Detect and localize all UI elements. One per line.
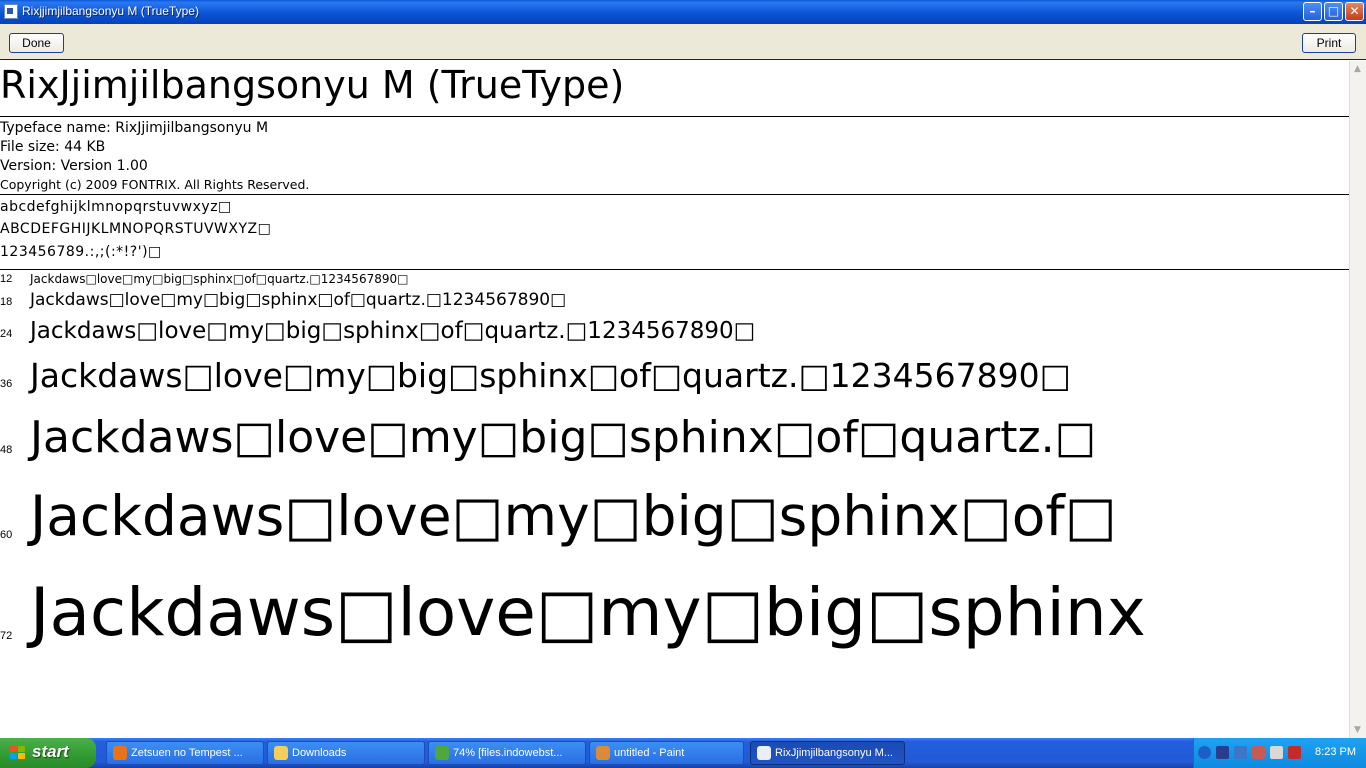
show-hidden-icons-icon[interactable] [1198,746,1211,759]
divider [0,194,1349,195]
sample-size-label: 36 [0,378,13,390]
sample-text: Jackdaws□love□my□big□sphinx□of□quartz.□1… [30,290,567,310]
charset-lowercase: abcdefghijklmnopqrstuvwxyz□ [0,199,232,215]
version: Version: Version 1.00 [0,158,148,174]
sample-text: Jackdaws□love□my□big□sphinx□of□quartz.□1… [30,272,409,286]
close-button[interactable]: ✕ [1345,2,1364,21]
font-heading: RixJjimjilbangsonyu M (TrueType) [0,63,625,107]
taskbar-item-download-manager[interactable]: 74% [files.indowebst... [428,741,586,765]
folder-icon [274,746,288,760]
taskbar-item-label: untitled - Paint [614,747,685,759]
sample-size-label: 24 [0,328,13,340]
divider [0,269,1349,270]
scroll-down-arrow-icon[interactable]: ▼ [1354,725,1361,735]
divider [0,116,1349,117]
vertical-scrollbar[interactable]: ▲ ▼ [1349,61,1366,738]
sample-text: Jackdaws□love□my□big□sphinx□of□quartz.□1… [30,356,1071,395]
battery-icon[interactable] [1216,746,1229,759]
taskbar-item-downloads[interactable]: Downloads [267,741,425,765]
taskbar: start Zetsuen no Tempest ... Downloads 7… [0,738,1366,768]
print-button[interactable]: Print [1302,33,1356,53]
taskbar-item-paint[interactable]: untitled - Paint [589,741,744,765]
font-viewer-icon [757,746,771,760]
paint-icon [596,746,610,760]
monitor-icon[interactable] [1270,746,1283,759]
copyright: Copyright (c) 2009 FONTRIX. All Rights R… [0,177,310,192]
sample-text: Jackdaws□love□my□big□sphinx□of□quartz.□ [30,412,1097,463]
sample-text: Jackdaws□love□my□big□sphinx□of□quartz.□1… [30,318,756,344]
scroll-up-arrow-icon[interactable]: ▲ [1354,64,1361,74]
charset-uppercase: ABCDEFGHIJKLMNOPQRSTUVWXYZ□ [0,221,272,237]
sample-size-label: 48 [0,444,13,456]
sample-size-label: 72 [0,630,13,642]
toolbar: Done Print [0,24,1366,60]
sample-size-label: 12 [0,273,13,285]
font-file-icon [4,4,18,19]
minimize-button[interactable]: – [1303,2,1322,21]
sample-size-label: 60 [0,529,13,541]
taskbar-item-font-viewer[interactable]: RixJjimjilbangsonyu M... [750,741,905,765]
clock[interactable]: 8:23 PM [1315,746,1356,758]
download-manager-icon [435,746,449,760]
typeface-name: Typeface name: RixJjimjilbangsonyu M [0,120,269,136]
start-button[interactable]: start [0,738,96,768]
sample-text: Jackdaws□love□my□big□sphinx [30,574,1146,651]
window-title: Rixjjimjilbangsonyu M (TrueType) [22,4,199,18]
maximize-button[interactable]: □ [1324,2,1343,21]
start-label: start [32,742,69,761]
windows-logo-icon [10,746,26,760]
antivirus-icon[interactable] [1288,746,1301,759]
taskbar-item-label: RixJjimjilbangsonyu M... [775,747,893,759]
charset-digits: 123456789.:,;(:*!?')□ [0,244,162,260]
system-tray: 8:23 PM [1193,738,1366,768]
firefox-icon [113,746,127,760]
done-button[interactable]: Done [9,33,64,53]
font-preview-pane: RixJjimjilbangsonyu M (TrueType) Typefac… [0,61,1349,738]
window-title-bar[interactable]: Rixjjimjilbangsonyu M (TrueType) – □ ✕ [0,0,1366,24]
tray-app-icon[interactable] [1252,746,1265,759]
sample-text: Jackdaws□love□my□big□sphinx□of□ [30,484,1117,548]
taskbar-item-firefox[interactable]: Zetsuen no Tempest ... [106,741,264,765]
taskbar-item-label: Zetsuen no Tempest ... [131,747,243,759]
taskbar-item-label: Downloads [292,747,347,759]
taskbar-item-label: 74% [files.indowebst... [453,747,563,759]
network-icon[interactable] [1234,746,1247,759]
sample-size-label: 18 [0,296,13,308]
file-size: File size: 44 KB [0,139,106,155]
